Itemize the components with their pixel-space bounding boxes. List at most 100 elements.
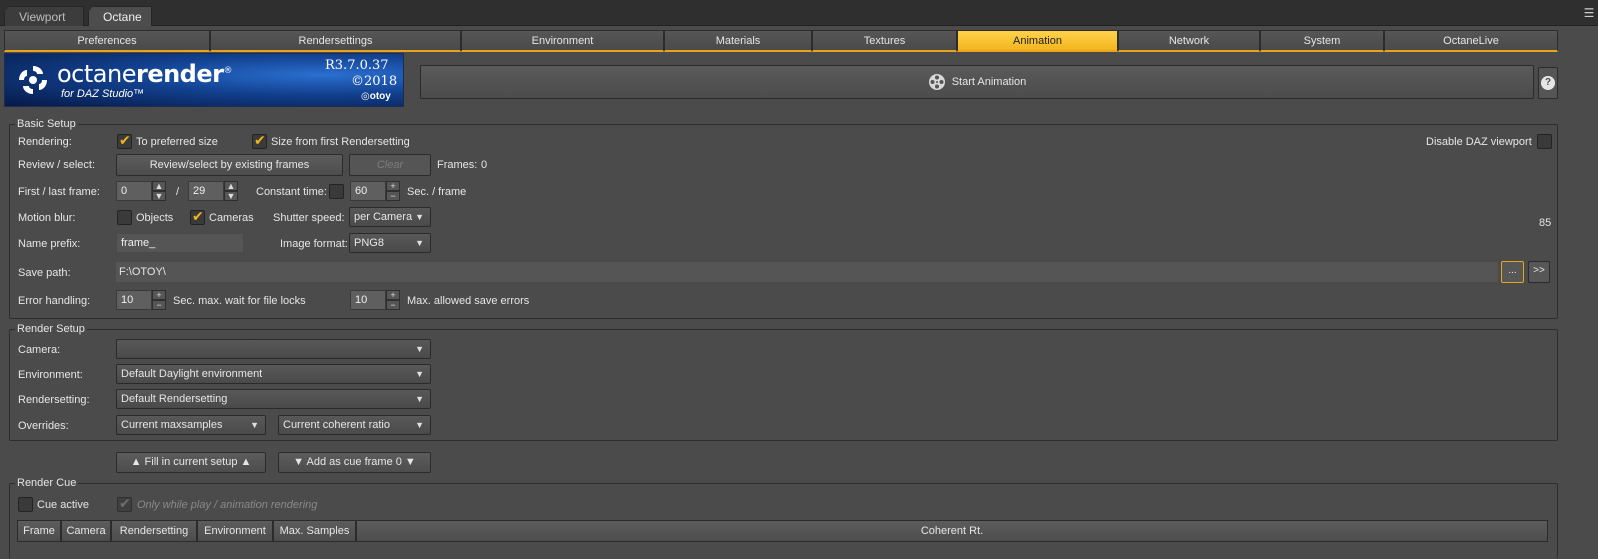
objects-label: Objects bbox=[136, 212, 174, 224]
add-as-cue-frame-button[interactable]: ▼ Add as cue frame 0 ▼ bbox=[278, 452, 431, 473]
help-icon: ? bbox=[1541, 76, 1555, 90]
shutter-speed-label: Shutter speed: bbox=[273, 212, 345, 224]
camera-select[interactable]: ▼ bbox=[116, 339, 431, 359]
logo-year: ©2018 bbox=[351, 74, 398, 89]
tab-octanelive[interactable]: OctaneLive bbox=[1384, 30, 1558, 52]
cameras-checkbox[interactable] bbox=[190, 208, 205, 225]
chevron-down-icon: ▼ bbox=[415, 344, 424, 354]
environment-label: Environment: bbox=[18, 369, 83, 381]
start-animation-button[interactable]: Start Animation bbox=[420, 65, 1534, 99]
render-cue-title: Render Cue bbox=[15, 477, 79, 489]
column-header-rendersetting[interactable]: Rendersetting bbox=[111, 520, 197, 542]
frames-label: Frames: bbox=[437, 159, 478, 171]
to-preferred-size-checkbox[interactable] bbox=[117, 132, 132, 149]
disable-daz-viewport-checkbox[interactable] bbox=[1537, 134, 1552, 149]
tab-environment[interactable]: Environment bbox=[461, 30, 664, 52]
help-button[interactable]: ? bbox=[1538, 67, 1558, 99]
size-from-first-label: Size from first Rendersetting bbox=[271, 136, 410, 148]
wait-seconds-label: Sec. max. wait for file locks bbox=[173, 295, 306, 307]
frame-separator: / bbox=[176, 186, 180, 198]
film-reel-icon bbox=[928, 74, 945, 90]
motion-blur-label: Motion blur: bbox=[18, 212, 76, 224]
document-tab-bar: Viewport Octane ☰ bbox=[0, 0, 1598, 26]
tab-animation[interactable]: Animation bbox=[957, 30, 1118, 52]
logo-title: octanerender® bbox=[57, 60, 232, 88]
octane-logo-icon bbox=[19, 66, 47, 94]
tab-preferences[interactable]: Preferences bbox=[4, 30, 210, 52]
chevron-down-icon: ▼ bbox=[415, 212, 424, 222]
name-prefix-input[interactable]: frame_ bbox=[116, 233, 244, 253]
fill-in-current-setup-button[interactable]: ▲ Fill in current setup ▲ bbox=[116, 452, 266, 473]
environment-select[interactable]: Default Daylight environment ▼ bbox=[116, 364, 431, 384]
save-path-input[interactable]: F:\OTOY\ bbox=[116, 262, 1498, 282]
basic-setup-title: Basic Setup bbox=[15, 118, 78, 130]
tab-textures[interactable]: Textures bbox=[812, 30, 957, 52]
to-preferred-size-label: To preferred size bbox=[136, 136, 218, 148]
browse-button[interactable]: ... bbox=[1501, 261, 1524, 283]
forward-button[interactable]: >> bbox=[1528, 261, 1550, 283]
logo-version: R3.7.0.37 bbox=[325, 58, 389, 73]
wait-seconds-input[interactable]: 10 bbox=[116, 290, 152, 310]
error-handling-label: Error handling: bbox=[18, 295, 91, 307]
rendersetting-label: Rendersetting: bbox=[18, 394, 90, 406]
column-header-max-samples[interactable]: Max. Samples bbox=[273, 520, 356, 542]
tab-network[interactable]: Network bbox=[1118, 30, 1260, 52]
name-prefix-label: Name prefix: bbox=[18, 238, 81, 250]
rendersetting-select[interactable]: Default Rendersetting ▼ bbox=[116, 389, 431, 409]
first-last-frame-label: First / last frame: bbox=[18, 186, 100, 198]
wait-seconds-spinner[interactable]: + − bbox=[152, 290, 166, 310]
column-header-environment[interactable]: Environment bbox=[197, 520, 273, 542]
disable-daz-viewport-label: Disable DAZ viewport bbox=[1426, 136, 1532, 148]
column-header-camera[interactable]: Camera bbox=[61, 520, 111, 542]
doc-tab-octane[interactable]: Octane bbox=[88, 6, 152, 26]
frames-value: 0 bbox=[481, 159, 488, 171]
image-format-select[interactable]: PNG8 ▼ bbox=[349, 233, 431, 253]
constant-time-label: Constant time: bbox=[256, 186, 327, 198]
column-header-coherent-rt[interactable]: Coherent Rt. bbox=[356, 520, 1548, 542]
max-errors-input[interactable]: 10 bbox=[350, 290, 386, 310]
review-select-label: Review / select: bbox=[18, 159, 96, 171]
chevron-down-icon: ▼ bbox=[415, 238, 424, 248]
last-frame-spinner[interactable]: ▲ ▼ bbox=[224, 181, 238, 201]
last-frame-input[interactable]: 29 bbox=[188, 181, 224, 201]
sec-frame-label: Sec. / frame bbox=[407, 186, 467, 198]
cameras-label: Cameras bbox=[209, 212, 254, 224]
clear-button[interactable]: Clear bbox=[349, 154, 431, 176]
start-animation-label: Start Animation bbox=[951, 76, 1027, 88]
render-setup-title: Render Setup bbox=[15, 323, 87, 335]
column-header-frame[interactable]: Frame bbox=[17, 520, 61, 542]
max-errors-spinner[interactable]: + − bbox=[386, 290, 400, 310]
chevron-down-icon: ▼ bbox=[415, 420, 424, 430]
objects-checkbox[interactable] bbox=[117, 210, 132, 225]
maxsamples-select[interactable]: Current maxsamples ▼ bbox=[116, 415, 266, 435]
logo-subtitle: for DAZ Studio™ bbox=[61, 88, 145, 100]
chevron-down-icon: ▼ bbox=[415, 394, 424, 404]
only-while-play-checkbox[interactable] bbox=[117, 495, 132, 512]
first-frame-spinner[interactable]: ▲ ▼ bbox=[152, 181, 166, 201]
camera-label: Camera: bbox=[18, 344, 61, 356]
cue-active-label: Cue active bbox=[37, 499, 89, 511]
doc-tab-viewport[interactable]: Viewport bbox=[4, 6, 84, 26]
review-select-button[interactable]: Review/select by existing frames bbox=[116, 154, 343, 176]
constant-time-input[interactable]: 60 bbox=[350, 181, 386, 201]
otoy-logo: ◎otoy bbox=[361, 91, 391, 102]
tab-rendersettings[interactable]: Rendersettings bbox=[210, 30, 461, 52]
coherent-ratio-select[interactable]: Current coherent ratio ▼ bbox=[278, 415, 431, 435]
shutter-speed-select[interactable]: per Camera ▼ bbox=[349, 207, 431, 227]
quality-value: 85 bbox=[1539, 217, 1552, 229]
max-errors-label: Max. allowed save errors bbox=[407, 295, 530, 307]
panel-menu-icon[interactable]: ☰ bbox=[1582, 6, 1596, 20]
chevron-down-icon: ▼ bbox=[415, 369, 424, 379]
first-frame-input[interactable]: 0 bbox=[116, 181, 152, 201]
constant-time-checkbox[interactable] bbox=[329, 184, 344, 199]
chevron-down-icon: ▼ bbox=[250, 420, 259, 430]
cue-active-checkbox[interactable] bbox=[18, 497, 33, 512]
size-from-first-checkbox[interactable] bbox=[252, 132, 267, 149]
overrides-label: Overrides: bbox=[18, 420, 69, 432]
save-path-label: Save path: bbox=[18, 267, 71, 279]
constant-time-spinner[interactable]: + − bbox=[386, 181, 400, 201]
tab-materials[interactable]: Materials bbox=[664, 30, 812, 52]
octane-logo-banner: octanerender® for DAZ Studio™ R3.7.0.37 … bbox=[4, 53, 404, 107]
tab-system[interactable]: System bbox=[1260, 30, 1384, 52]
rendering-label: Rendering: bbox=[18, 136, 72, 148]
